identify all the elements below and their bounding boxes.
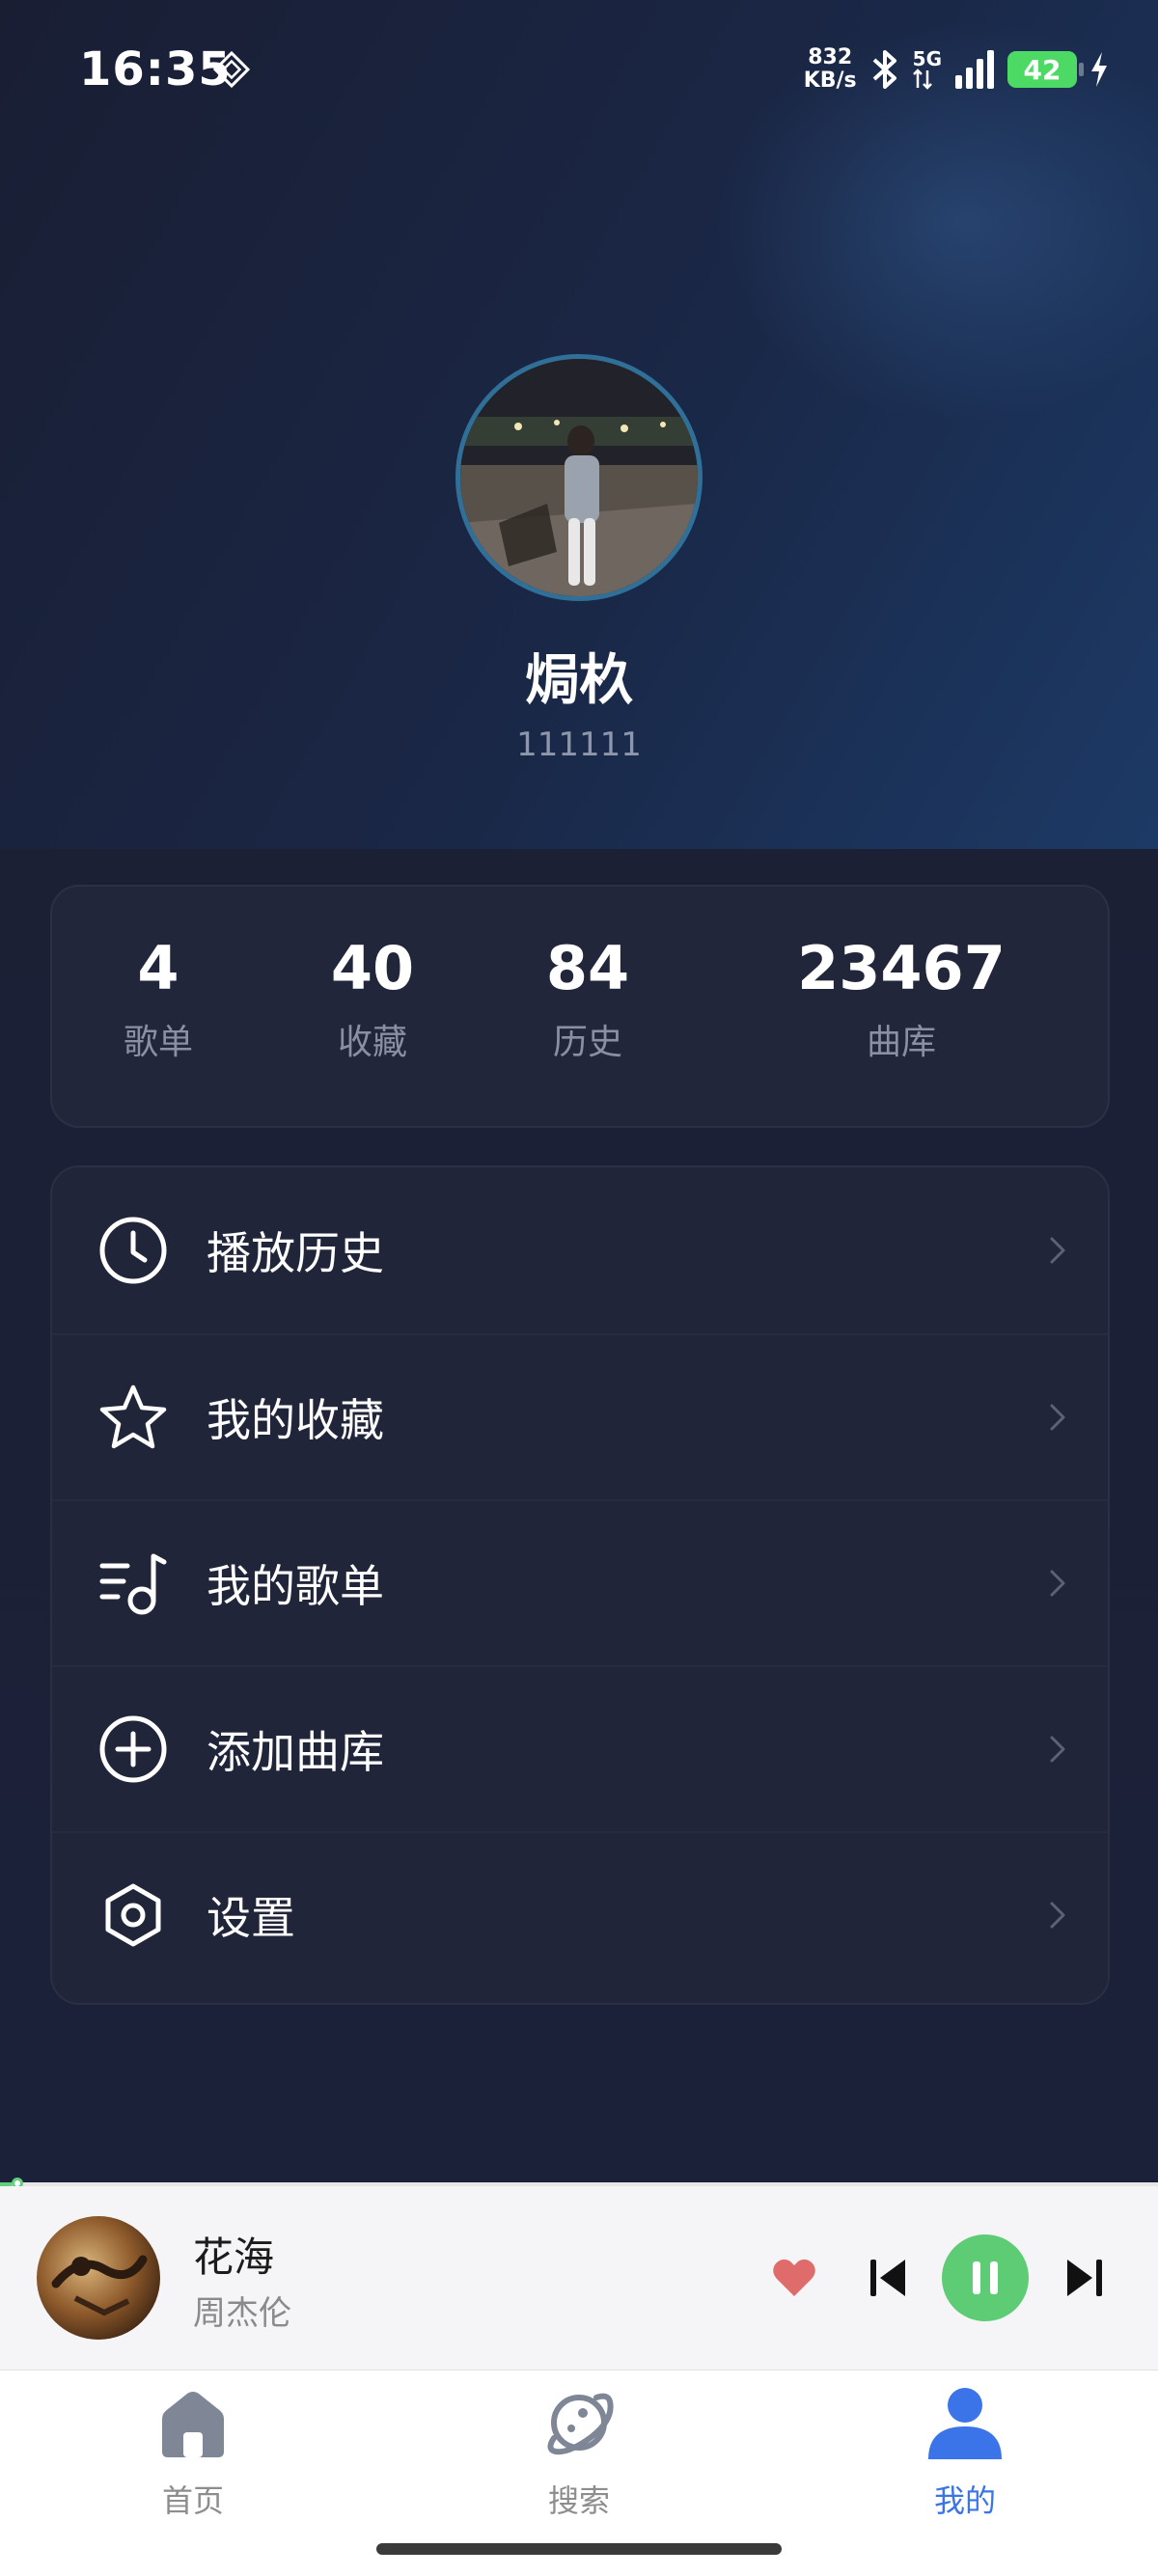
- mini-player[interactable]: 花海 周杰伦: [0, 2186, 1158, 2370]
- user-id: 111111: [516, 726, 642, 764]
- bluetooth-icon: [872, 50, 896, 89]
- menu-item-label: 添加曲库: [207, 1726, 384, 1778]
- stat-favorites[interactable]: 40 收藏: [276, 935, 469, 1062]
- menu-item-settings[interactable]: 设置: [52, 1831, 1108, 1997]
- avatar-photo: [460, 359, 698, 596]
- status-time: 16:35: [79, 42, 232, 96]
- tab-home[interactable]: 首页: [96, 2384, 290, 2519]
- stat-label: 歌单: [123, 1023, 193, 1062]
- album-art[interactable]: [37, 2216, 160, 2340]
- stat-playlists[interactable]: 4 歌单: [62, 935, 255, 1062]
- menu-item-my-playlists[interactable]: 我的歌单: [52, 1499, 1108, 1665]
- next-track-icon[interactable]: [1063, 2254, 1106, 2302]
- network-speed: 832 KB/s: [804, 46, 857, 93]
- status-bar: 16:35 832 KB/s 5G 42: [0, 0, 1158, 135]
- menu-item-play-history[interactable]: 播放历史: [52, 1167, 1108, 1333]
- pause-icon: [973, 2261, 998, 2294]
- user-icon: [928, 2388, 1002, 2459]
- stat-value: 84: [545, 933, 630, 1003]
- settings-icon: [105, 1883, 161, 1947]
- stat-label: 收藏: [337, 1023, 407, 1062]
- status-indicators: 832 KB/s 5G 42: [804, 41, 1110, 98]
- menu-item-add-library[interactable]: 添加曲库: [52, 1665, 1108, 1831]
- charging-icon: [1091, 52, 1107, 87]
- chevron-right-icon: [1050, 1570, 1065, 1597]
- chevron-right-icon: [1050, 1237, 1065, 1264]
- stat-history[interactable]: 84 历史: [491, 935, 684, 1062]
- avatar[interactable]: [455, 354, 703, 601]
- star-icon: [99, 1384, 167, 1449]
- heart-icon[interactable]: [770, 2254, 818, 2302]
- plus-circle-icon: [99, 1715, 167, 1783]
- song-title: 花海: [193, 2233, 275, 2281]
- home-icon: [162, 2392, 224, 2457]
- stat-value: 4: [137, 933, 179, 1003]
- stat-label: 曲库: [866, 1023, 936, 1062]
- tab-search[interactable]: 搜索: [482, 2384, 676, 2519]
- menu-item-label: 播放历史: [207, 1227, 384, 1279]
- stat-label: 历史: [552, 1023, 622, 1062]
- user-name: 焗杦: [525, 649, 633, 712]
- pause-button[interactable]: [942, 2234, 1029, 2321]
- network-type: 5G: [913, 49, 942, 90]
- stat-library[interactable]: 23467 曲库: [776, 935, 1027, 1062]
- data-arrows-icon: [912, 69, 932, 90]
- nfc-icon: [212, 50, 251, 89]
- network-speed-value: 832: [808, 45, 853, 69]
- menu-card: 播放历史 我的收藏 我的歌单 添加曲库 设置: [50, 1165, 1110, 2005]
- menu-item-label: 设置: [207, 1892, 295, 1944]
- menu-item-label: 我的收藏: [207, 1394, 384, 1446]
- home-indicator[interactable]: [376, 2543, 782, 2555]
- signal-icon: [955, 50, 994, 89]
- planet-icon: [547, 2393, 614, 2455]
- stat-value: 23467: [797, 933, 1006, 1003]
- song-artist: 周杰伦: [193, 2294, 291, 2333]
- menu-item-label: 我的歌单: [207, 1560, 384, 1612]
- tab-label: 首页: [161, 2482, 224, 2519]
- album-art-image: [51, 2255, 148, 2316]
- tab-label: 我的: [933, 2482, 996, 2519]
- battery-indicator: 42: [1007, 51, 1084, 88]
- tab-label: 搜索: [547, 2482, 610, 2519]
- network-type-label: 5G: [912, 47, 942, 70]
- stat-value: 40: [330, 933, 415, 1003]
- network-speed-unit: KB/s: [803, 69, 857, 93]
- chevron-right-icon: [1050, 1404, 1065, 1431]
- stats-card: 4 歌单 40 收藏 84 历史 23467 曲库: [50, 885, 1110, 1128]
- tab-me[interactable]: 我的: [868, 2384, 1062, 2519]
- chevron-right-icon: [1050, 1736, 1065, 1763]
- chevron-right-icon: [1050, 1902, 1065, 1929]
- menu-item-favorites[interactable]: 我的收藏: [52, 1333, 1108, 1499]
- previous-track-icon[interactable]: [867, 2254, 909, 2302]
- playlist-icon: [99, 1553, 167, 1615]
- clock-icon: [99, 1217, 167, 1284]
